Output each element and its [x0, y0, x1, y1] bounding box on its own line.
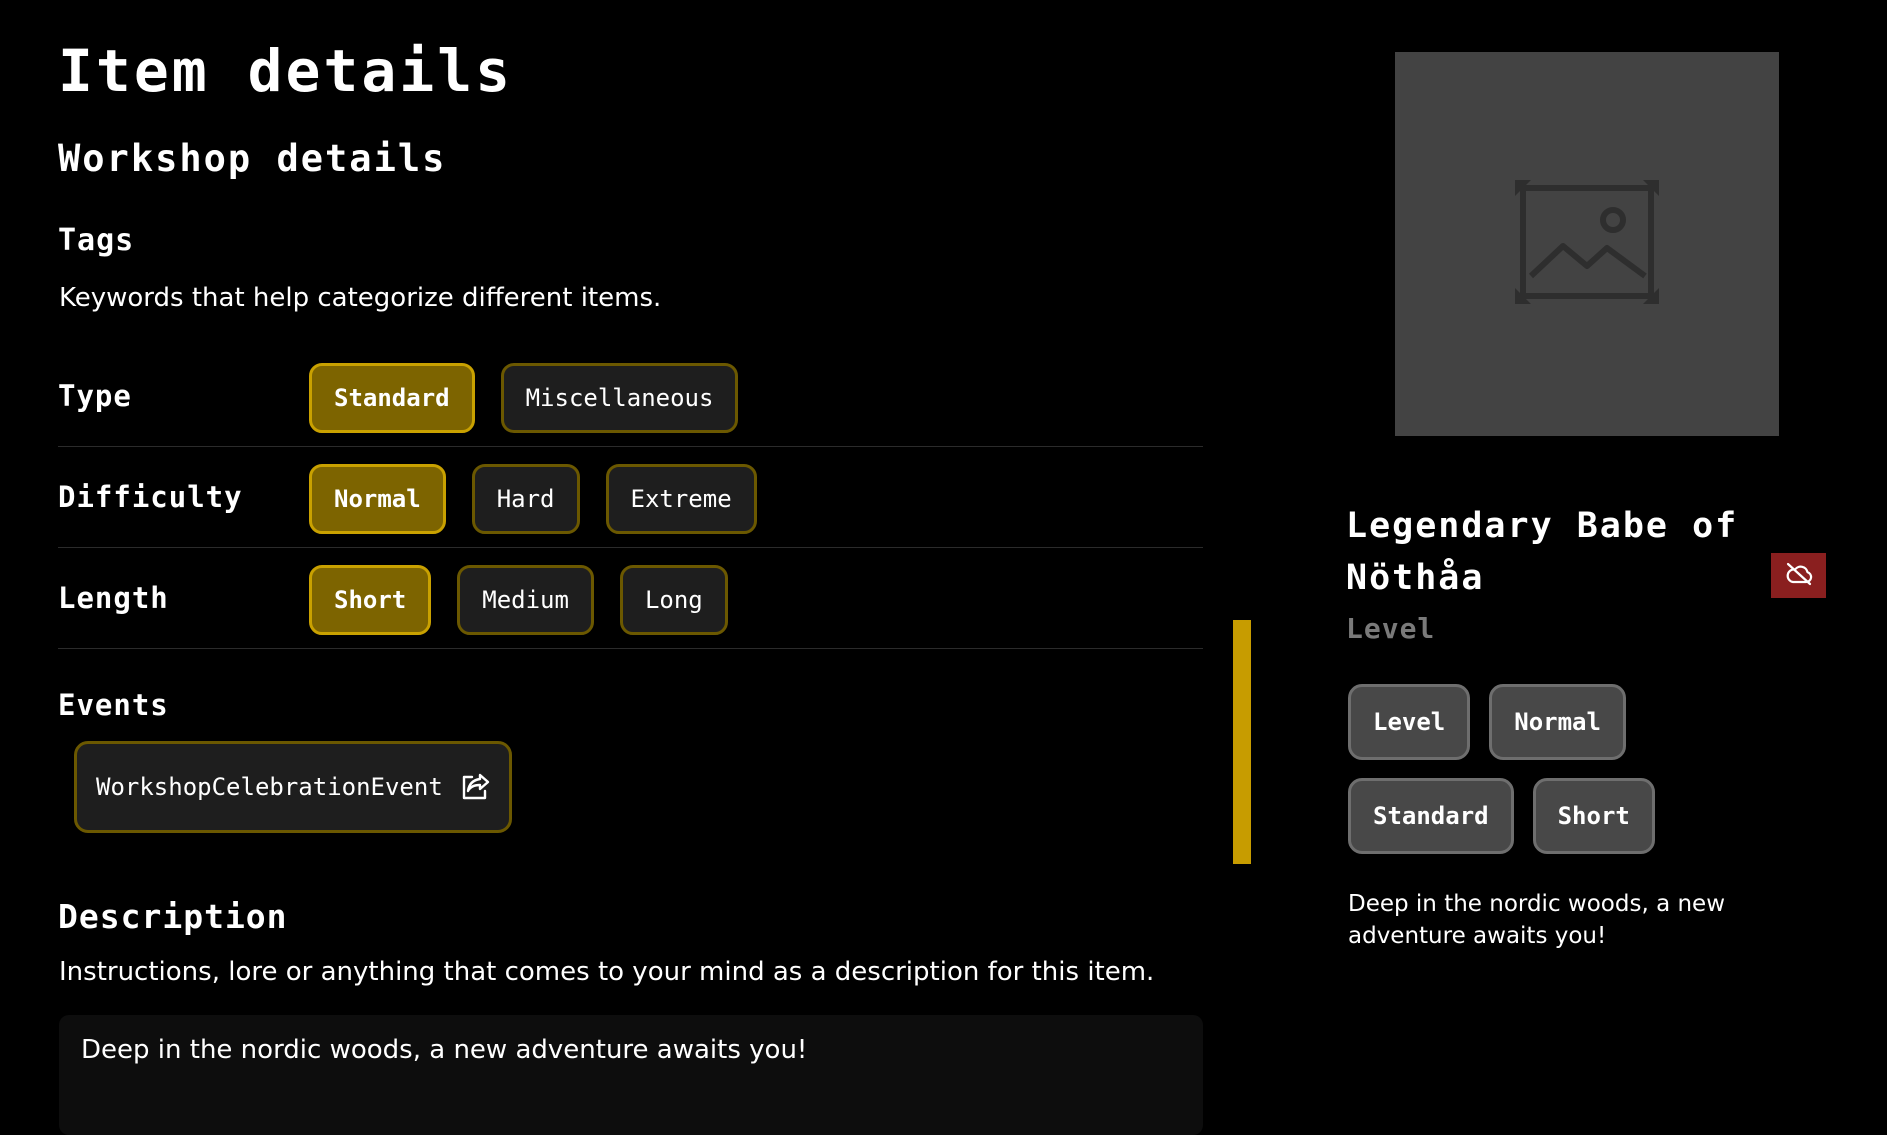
preview-description: Deep in the nordic woods, a new adventur… [1348, 891, 1726, 949]
event-label: WorkshopCelebrationEvent [96, 773, 443, 801]
cloud-off-icon [1785, 562, 1813, 590]
tags-description: Keywords that help categorize different … [59, 283, 662, 313]
tag-option-normal[interactable]: Normal [309, 464, 446, 534]
image-placeholder-icon [1515, 180, 1659, 308]
tag-option-long[interactable]: Long [619, 565, 728, 635]
tag-option-miscellaneous[interactable]: Miscellaneous [500, 363, 739, 433]
preview-tag: Standard [1348, 778, 1514, 854]
preview-tag: Short [1532, 778, 1655, 854]
event-link-chip[interactable]: WorkshopCelebrationEvent [74, 741, 512, 833]
tag-option-medium[interactable]: Medium [457, 565, 594, 635]
tag-row-label: Difficulty [58, 480, 243, 514]
tag-option-extreme[interactable]: Extreme [605, 464, 757, 534]
tag-row-length: Length Short Medium Long [58, 548, 1203, 649]
description-heading: Description [58, 897, 288, 936]
tag-option-standard[interactable]: Standard [309, 363, 475, 433]
description-hint: Instructions, lore or anything that come… [59, 957, 1155, 987]
item-kind: Level [1346, 612, 1436, 645]
tag-option-short[interactable]: Short [309, 565, 432, 635]
tag-option-hard[interactable]: Hard [471, 464, 580, 534]
item-name: Legendary Babe of Nöthåa [1346, 506, 1739, 598]
share-icon[interactable] [460, 772, 492, 802]
preview-tag: Level [1348, 684, 1471, 760]
tag-row-label: Type [58, 379, 132, 413]
preview-tag: Normal [1489, 684, 1626, 760]
tag-row-label: Length [58, 581, 169, 615]
events-heading: Events [58, 688, 169, 722]
tag-row-type: Type Standard Miscellaneous [58, 346, 1203, 447]
visibility-toggle-button[interactable] [1771, 553, 1826, 598]
tags-heading: Tags [58, 223, 135, 258]
preview-tag-list: Level Normal Standard Short [1348, 684, 1788, 854]
description-textarea[interactable]: Deep in the nordic woods, a new adventur… [59, 1015, 1203, 1135]
section-title: Workshop details [58, 137, 447, 180]
item-thumbnail[interactable] [1395, 52, 1779, 436]
scrollbar-thumb[interactable] [1233, 620, 1251, 864]
page-title: Item details [58, 37, 514, 105]
tag-row-difficulty: Difficulty Normal Hard Extreme [58, 447, 1203, 548]
